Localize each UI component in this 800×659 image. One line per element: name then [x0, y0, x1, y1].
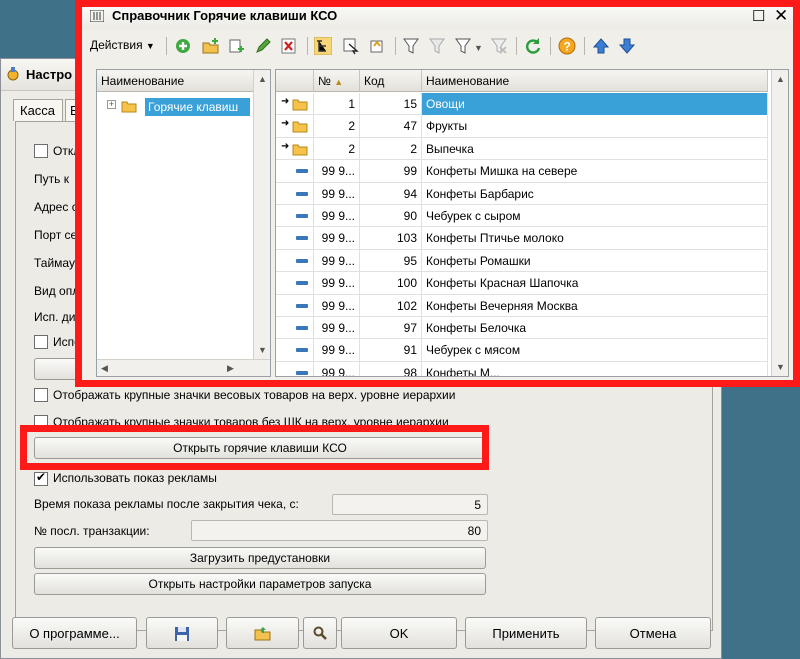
address-label: Адрес с [34, 200, 78, 214]
use-checkbox[interactable] [34, 335, 48, 349]
highlight-open-hotkeys [20, 425, 489, 470]
about-button[interactable]: О программе... [12, 617, 137, 649]
last-transaction-label: № посл. транзакции: [34, 524, 150, 538]
tab-kassa[interactable]: Касса [13, 99, 63, 121]
open-file-button[interactable] [226, 617, 299, 649]
search-button[interactable] [303, 617, 337, 649]
disable-checkbox[interactable] [34, 144, 48, 158]
cancel-button[interactable]: Отмена [595, 617, 711, 649]
ad-time-field[interactable]: 5 [332, 494, 488, 515]
load-presets-button[interactable]: Загрузить предустановки [34, 547, 486, 569]
folder-open-icon [254, 627, 270, 641]
open-startup-params-button[interactable]: Открыть настройки параметров запуска [34, 573, 486, 595]
last-transaction-field[interactable]: 80 [191, 520, 488, 541]
use-disp-label: Исп. ди [34, 310, 76, 324]
apply-button[interactable]: Применить [465, 617, 587, 649]
save-button[interactable] [146, 617, 218, 649]
floppy-icon [175, 627, 189, 641]
magnifier-icon [313, 626, 327, 640]
large-weight-icons-checkbox[interactable] [34, 388, 48, 402]
path-label: Путь к [34, 172, 69, 186]
settings-title: Настро [26, 67, 73, 82]
payment-type-label: Вид опл [34, 284, 80, 298]
use-ads-checkbox[interactable] [34, 470, 48, 486]
settings-app-icon [7, 67, 19, 81]
timeout-label: Таймау [34, 256, 75, 270]
highlight-dialog [75, 0, 800, 387]
ok-button[interactable]: OK [341, 617, 457, 649]
ad-time-label: Время показа рекламы после закрытия чека… [34, 497, 299, 511]
port-label: Порт се [34, 228, 78, 242]
use-ads-label: Использовать показ рекламы [53, 471, 217, 485]
large-weight-icons-label: Отображать крупные значки весовых товаро… [53, 388, 456, 402]
